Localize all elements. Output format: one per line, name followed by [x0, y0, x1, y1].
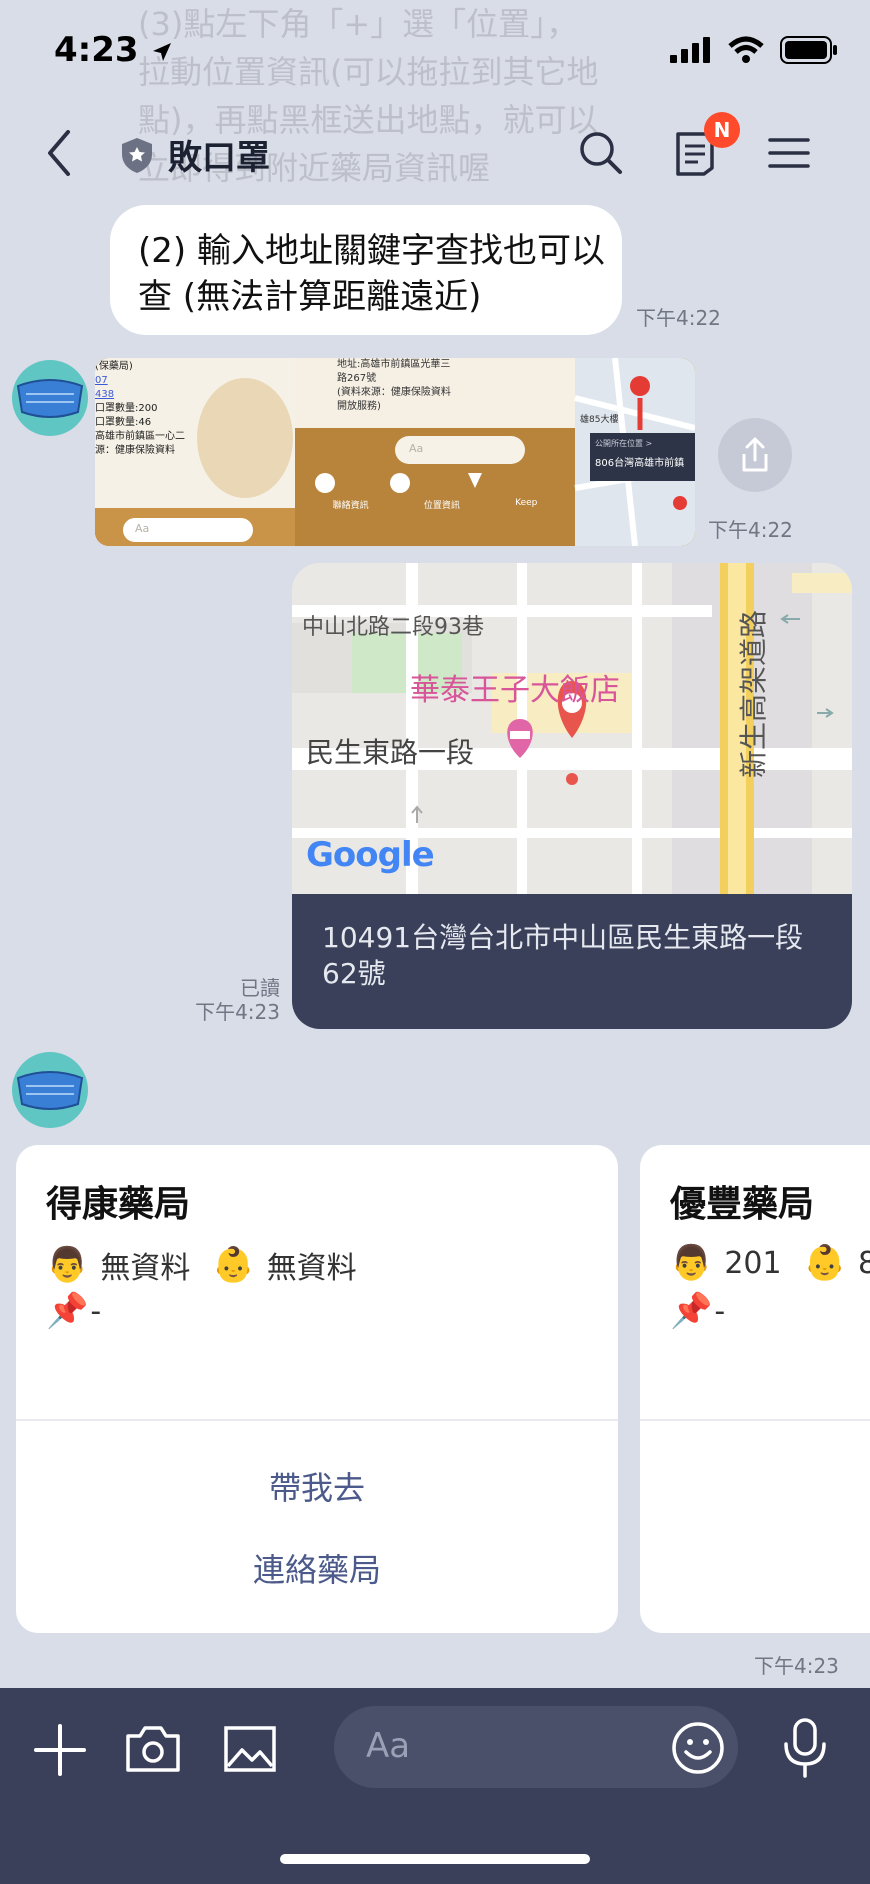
image-icon[interactable] — [222, 1724, 278, 1774]
mask-stock-line: 👨 無資料 👶 無資料 — [46, 1243, 357, 1287]
avatar[interactable] — [12, 360, 88, 436]
menu-icon[interactable] — [764, 128, 814, 178]
card-divider — [640, 1419, 870, 1421]
message-time: 下午4:22 — [708, 518, 793, 542]
adult-mask-count: 無資料 — [100, 1251, 191, 1286]
address-text: 10491台灣台北市中山區民生東路一段62號 — [322, 921, 804, 990]
pharmacy-address: - — [90, 1293, 102, 1329]
cellular-signal-icon — [670, 37, 710, 63]
pharmacy-name: 優豐藥局 — [670, 1184, 815, 1225]
map-label-road: 民生東路一段 — [306, 736, 475, 769]
navigate-button[interactable]: 帶我去 — [16, 1463, 618, 1509]
pharmacy-card[interactable]: 優豐藥局 👨 201 👶 84 📌 - — [640, 1145, 870, 1633]
plus-icon[interactable] — [32, 1722, 88, 1778]
adult-mask-count: 201 — [724, 1245, 782, 1281]
map-label-hotel: 華泰王子大飯店 — [410, 673, 620, 708]
child-icon: 👶 — [803, 1243, 846, 1283]
home-indicator — [280, 1854, 590, 1864]
wifi-icon — [728, 36, 764, 63]
camera-icon[interactable] — [124, 1724, 182, 1774]
chat-title-text: 敗口罩 — [168, 138, 270, 178]
address-line: 📌 - — [670, 1291, 725, 1331]
chat-title[interactable]: 敗口罩 — [120, 130, 270, 179]
screenshot-map-road: 雄85大樓 — [580, 415, 619, 425]
contact-pharmacy-button[interactable]: 連絡藥局 — [16, 1545, 618, 1591]
pushpin-icon: 📌 — [670, 1291, 713, 1331]
pharmacy-card[interactable]: 得康藥局 👨 無資料 👶 無資料 📌 - 帶我去 連絡藥局 — [16, 1145, 618, 1633]
face-mask-icon — [16, 1071, 84, 1110]
screenshot-popup-hint: 公開所在位置 > — [595, 439, 653, 448]
pushpin-icon: 📌 — [46, 1291, 89, 1331]
message-time: 下午4:23 — [754, 1654, 839, 1678]
back-button[interactable] — [40, 128, 80, 178]
map-label-freeway: 新生高架道路 — [737, 609, 770, 778]
screenshot-left-text: (保藥局) 07 438 口罩數量:200 口罩數量:46 高雄市前鎮區一心二 … — [95, 361, 185, 456]
message-time: 下午4:22 — [636, 306, 721, 330]
emoji-icon[interactable] — [670, 1720, 726, 1776]
address-line: 📌 - — [46, 1291, 101, 1331]
verified-shield-icon — [122, 137, 152, 173]
location-arrow-icon — [153, 42, 172, 61]
status-time: 4:23 — [54, 30, 174, 70]
screenshot-input-placeholder: Aa — [409, 442, 424, 455]
map-label-lane: 中山北路二段93巷 — [302, 615, 484, 640]
card-divider — [16, 1419, 618, 1421]
adult-icon: 👨 — [46, 1245, 89, 1285]
share-button[interactable] — [718, 418, 792, 492]
location-message[interactable]: 中山北路二段93巷 華泰王子大飯店 民生東路一段 新生高架道路 Google 1… — [292, 563, 852, 1029]
child-mask-count: 84 — [857, 1245, 870, 1281]
message-input-placeholder: Aa — [366, 1726, 411, 1766]
avatar[interactable] — [12, 1052, 88, 1128]
pharmacy-name: 得康藥局 — [46, 1184, 191, 1225]
image-message[interactable]: (保藥局) 07 438 口罩數量:200 口罩數量:46 高雄市前鎮區一心二 … — [95, 358, 695, 546]
google-logo: Google — [306, 835, 435, 875]
microphone-icon[interactable] — [780, 1716, 830, 1780]
map-address-bar: 10491台灣台北市中山區民生東路一段62號 — [292, 894, 852, 1029]
child-mask-count: 無資料 — [266, 1251, 357, 1286]
screenshot-input-placeholder-2: Aa — [135, 522, 150, 535]
pharmacy-address: - — [714, 1293, 726, 1329]
face-mask-icon — [16, 379, 84, 418]
message-time: 下午4:23 — [195, 1000, 280, 1024]
mask-stock-line: 👨 201 👶 84 — [670, 1243, 870, 1283]
child-icon: 👶 — [212, 1245, 255, 1285]
battery-icon — [780, 36, 837, 64]
screenshot-toolbar: 聯絡資訊 位置資訊 Keep — [332, 498, 538, 511]
screenshot-middle-text: 地址:高雄市前鎮區光華三 路267號 (資料來源：健康保險資料 開放服務) — [337, 359, 451, 412]
status-icons — [670, 36, 838, 64]
search-icon[interactable] — [576, 128, 626, 178]
notification-badge: N — [704, 112, 740, 148]
adult-icon: 👨 — [670, 1243, 713, 1283]
message-text: (2) 輸入地址關鍵字查找也可以查 (無法計算距離遠近) — [138, 231, 605, 317]
share-icon — [742, 437, 768, 472]
screenshot-popup-address: 806台灣高雄市前鎮 — [595, 458, 685, 469]
